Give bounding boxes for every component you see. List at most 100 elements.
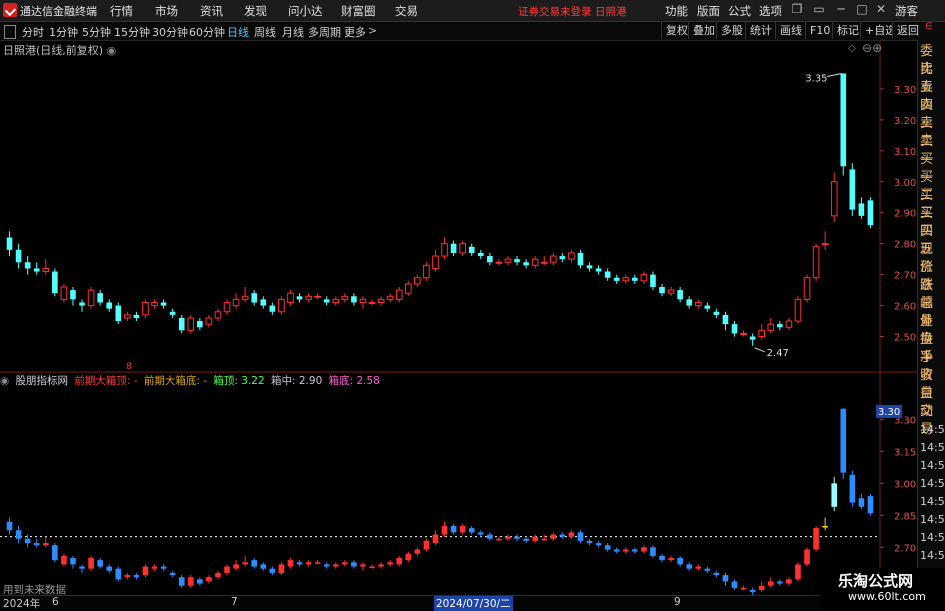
sub-axis-label: 3.15 <box>894 447 916 458</box>
close-icon[interactable]: ✕ <box>874 2 888 18</box>
sub-candle-body <box>586 540 593 544</box>
tick-time: 14:56 <box>920 441 945 454</box>
candle-body <box>87 289 95 307</box>
candle-body <box>377 298 385 303</box>
candle-body <box>115 305 122 322</box>
period-60min[interactable]: 60分钟 <box>189 24 225 40</box>
candle-body <box>314 295 321 298</box>
sub-candle-body <box>767 581 774 586</box>
kline-chart[interactable]: 3.30 3.20 3.10 3.00 2.90 2.80 2.70 2.60 2.50 3.35… <box>0 40 917 595</box>
menu-xiaoda[interactable]: 问小达 <box>288 3 323 19</box>
diamond-icon[interactable]: ◇ <box>848 43 856 54</box>
candle-body <box>359 298 367 303</box>
grid-icon[interactable] <box>4 25 16 39</box>
sub-candle-body <box>323 564 330 567</box>
zoom-control[interactable]: ⊖⊕ <box>862 41 882 55</box>
candle-body <box>650 274 656 288</box>
minus-icon[interactable]: ⊖ <box>862 41 872 55</box>
sub-candle-body <box>432 534 439 544</box>
menu-function[interactable]: 功能 <box>665 3 688 19</box>
candle-body <box>540 261 548 264</box>
high-pointer <box>827 72 842 77</box>
sub-candle-body <box>804 549 810 565</box>
copy-icon[interactable]: ❐ <box>790 2 804 18</box>
candle-body <box>604 271 611 278</box>
sub-candle-body <box>251 560 258 567</box>
period-weekly[interactable]: 周线 <box>254 24 276 40</box>
box-top: 箱顶: 3.22 <box>213 375 265 387</box>
menu-wealth[interactable]: 财富圈 <box>341 3 376 19</box>
period-30min[interactable]: 30分钟 <box>152 24 188 40</box>
period-more[interactable]: 更多 <box>344 24 366 40</box>
app-logo-icon <box>3 3 17 17</box>
mark-button[interactable]: 标记 <box>832 22 863 39</box>
candle-body <box>160 302 167 306</box>
indicator-settings-icon[interactable]: ◉ <box>0 375 9 387</box>
menu-market[interactable]: 市场 <box>155 3 178 19</box>
period-5min[interactable]: 5分钟 <box>82 24 111 40</box>
candle-body <box>197 321 203 328</box>
chevron-right-icon[interactable]: > <box>368 24 377 37</box>
menu-news[interactable]: 资讯 <box>200 3 223 19</box>
menu-layout[interactable]: 版面 <box>697 3 720 19</box>
axis-label: 2.70 <box>894 271 916 282</box>
candle-body <box>60 286 68 300</box>
watermark-url: www.60lt.com <box>848 590 926 603</box>
low-label: 2.47 <box>767 348 789 359</box>
candle-body <box>386 295 394 300</box>
candle-body <box>821 243 829 246</box>
sub-candle-body <box>278 564 285 573</box>
candle-body <box>296 296 303 300</box>
sub-candle-body <box>405 553 412 561</box>
settings-circle-icon[interactable]: ◉ <box>107 44 117 57</box>
multistock-button[interactable]: 多股 <box>716 22 747 39</box>
f10-button[interactable]: F10 <box>805 22 835 39</box>
candle-body <box>187 317 195 331</box>
sub-candle-body <box>604 545 611 550</box>
period-multi[interactable]: 多周期 <box>308 24 341 40</box>
tick-time: 14:56 <box>920 531 945 544</box>
plus-icon[interactable]: ⊕ <box>872 41 882 55</box>
minimize-icon[interactable]: ─ <box>834 2 848 18</box>
indicator-name[interactable]: 股朋指标网 <box>16 375 69 387</box>
maximize-icon[interactable]: □ <box>855 2 869 18</box>
sub-candle-body <box>477 532 484 535</box>
menu-quotes[interactable]: 行情 <box>110 3 133 19</box>
hide-icon[interactable]: ▭ <box>812 2 826 18</box>
sub-candle-body <box>677 558 683 565</box>
tick-time: 14:56 <box>920 423 945 436</box>
sub-candle-body <box>686 564 693 569</box>
candle-body <box>287 292 294 303</box>
sub-candle-body <box>97 560 103 567</box>
box-bottom: 箱底: 2.58 <box>328 375 380 387</box>
menu-formula[interactable]: 公式 <box>728 3 751 19</box>
candle-body <box>640 274 648 282</box>
axis-month-7: 7 <box>231 596 238 608</box>
draw-button[interactable]: 画线 <box>775 22 806 39</box>
sub-candle-body <box>305 562 312 565</box>
sub-candle-body <box>450 526 457 533</box>
sub-candle-body <box>577 532 584 541</box>
sub-candle-body <box>242 562 248 565</box>
menu-discover[interactable]: 发现 <box>244 3 267 19</box>
sub-candle-body <box>858 498 865 507</box>
sub-candle-body <box>505 536 511 539</box>
period-1min[interactable]: 1分钟 <box>49 24 78 40</box>
overlay-button[interactable]: 叠加 <box>688 22 719 39</box>
period-intraday[interactable]: 分时 <box>22 24 44 40</box>
menu-options[interactable]: 选项 <box>759 3 782 19</box>
period-15min[interactable]: 15分钟 <box>114 24 150 40</box>
guest-label[interactable]: 游客 <box>895 3 918 19</box>
prev-box-bottom: 前期大箱底: - <box>143 375 208 387</box>
candle-body <box>477 252 484 257</box>
period-monthly[interactable]: 月线 <box>282 24 304 40</box>
sub-candle-body <box>514 536 520 539</box>
sub-candle-body <box>704 568 711 571</box>
candle-body <box>24 262 31 269</box>
period-daily[interactable]: 日线 <box>227 24 249 40</box>
stats-button[interactable]: 统计 <box>745 22 776 39</box>
candle-body <box>613 277 620 281</box>
event-marker: 8 <box>126 362 132 372</box>
menu-trade[interactable]: 交易 <box>395 3 418 19</box>
candle-body <box>323 299 330 303</box>
